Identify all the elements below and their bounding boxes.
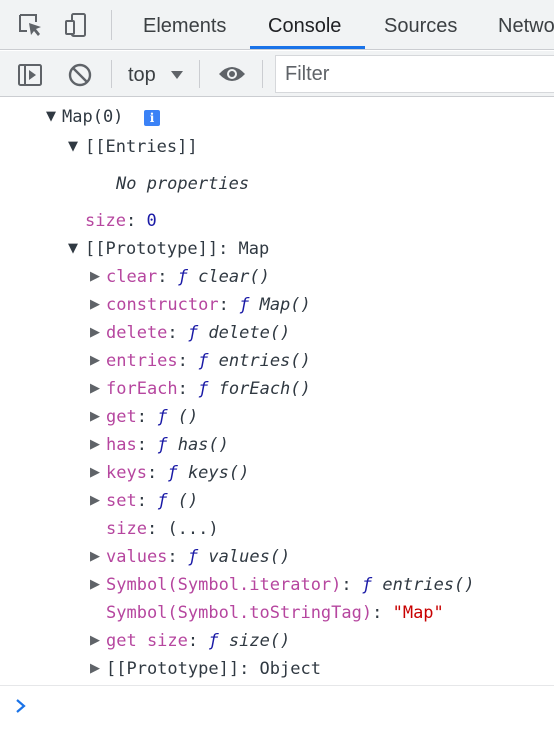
function-name: entries(): [382, 575, 475, 595]
property-key: get: [106, 407, 137, 427]
tab-network[interactable]: Network: [498, 0, 554, 49]
expand-triangle-icon[interactable]: ▶: [88, 403, 102, 431]
function-name: size(): [228, 631, 291, 651]
property-key: clear: [106, 267, 158, 287]
device-toolbar-icon[interactable]: [64, 12, 90, 38]
clear-console-icon[interactable]: [67, 62, 93, 88]
filter-box: [275, 55, 554, 93]
expand-triangle-icon[interactable]: ▼: [66, 133, 80, 161]
active-tab-indicator: [250, 46, 365, 49]
expand-triangle-icon[interactable]: ▶: [88, 375, 102, 403]
function-name: delete(): [208, 323, 291, 343]
info-icon[interactable]: i: [144, 110, 160, 126]
entries-label: [[Entries]]: [85, 137, 198, 157]
tree-row-tostringtag: Symbol(Symbol.toStringTag): "Map": [106, 603, 444, 623]
expand-triangle-icon[interactable]: ▶: [88, 431, 102, 459]
expand-triangle-icon[interactable]: ▶: [88, 459, 102, 487]
function-name: Map(): [259, 295, 311, 315]
expand-triangle-icon[interactable]: ▼: [66, 235, 80, 263]
function-name: (): [177, 491, 199, 511]
expand-triangle-icon[interactable]: ▶: [88, 347, 102, 375]
function-name: keys(): [187, 463, 250, 483]
function-name: forEach(): [218, 379, 311, 399]
console-toolbar: top: [0, 51, 554, 97]
console-prompt[interactable]: [0, 685, 554, 733]
function-name: entries(): [218, 351, 311, 371]
expand-triangle-icon[interactable]: ▶: [88, 655, 102, 683]
eye-icon[interactable]: [217, 63, 247, 85]
prototype-label: [[Prototype]]: [85, 239, 219, 259]
tree-row-empty: No properties: [116, 170, 249, 198]
property-key: delete: [106, 323, 168, 343]
expand-triangle-icon[interactable]: ▶: [88, 319, 102, 347]
expand-triangle-icon[interactable]: ▶: [88, 263, 102, 291]
property-key: Symbol(Symbol.toStringTag): [106, 603, 373, 623]
prompt-chevron-icon: [14, 697, 28, 720]
function-name: (): [177, 407, 199, 427]
expand-triangle-icon[interactable]: ▶: [88, 291, 102, 319]
string-value: "Map": [392, 603, 444, 623]
function-name: clear(): [198, 267, 270, 287]
property-key: set: [106, 491, 137, 511]
tree-row-getter[interactable]: size: (...): [106, 515, 219, 543]
function-name: has(): [177, 435, 229, 455]
prototype-value: Map: [238, 239, 270, 259]
property-key: entries: [106, 351, 178, 371]
caret-down-icon: [170, 68, 184, 86]
no-properties-note: No properties: [116, 174, 250, 194]
tree-row-size: size: 0: [85, 211, 157, 231]
object-preview: Map(0): [62, 107, 124, 127]
property-key: get size: [106, 631, 188, 651]
property-key: forEach: [106, 379, 178, 399]
prototype-value: Object: [259, 659, 321, 679]
devtools-tabbar: Elements Console Sources Network: [0, 0, 554, 50]
toolbar-separator: [111, 10, 112, 40]
expand-triangle-icon[interactable]: ▼: [44, 103, 58, 131]
sidebar-toggle-icon[interactable]: [17, 62, 43, 88]
property-key: size: [85, 211, 126, 231]
function-name: values(): [208, 547, 291, 567]
lazy-getter-value[interactable]: (...): [167, 519, 218, 539]
console-output: ▼ Map(0) i ▼ [[Entries]] No properties s…: [0, 97, 554, 685]
expand-triangle-icon[interactable]: ▶: [88, 543, 102, 571]
filter-input[interactable]: [276, 56, 554, 92]
tab-sources[interactable]: Sources: [384, 0, 457, 49]
property-key: values: [106, 547, 168, 567]
expand-triangle-icon[interactable]: ▶: [88, 627, 102, 655]
inspect-element-icon[interactable]: [17, 12, 43, 38]
context-selector[interactable]: top: [118, 57, 194, 91]
property-key: Symbol(Symbol.iterator): [106, 575, 342, 595]
property-key: has: [106, 435, 137, 455]
toolbar-separator: [199, 60, 200, 88]
property-key: constructor: [106, 295, 219, 315]
property-key: size: [106, 519, 147, 539]
property-key: keys: [106, 463, 147, 483]
expand-triangle-icon[interactable]: ▶: [88, 571, 102, 599]
toolbar-separator: [262, 60, 263, 88]
tab-elements[interactable]: Elements: [143, 0, 226, 49]
property-value: 0: [146, 211, 157, 231]
tab-console[interactable]: Console: [268, 0, 341, 49]
prototype-label: [[Prototype]]: [106, 659, 240, 679]
context-label: top: [128, 64, 156, 86]
expand-triangle-icon[interactable]: ▶: [88, 487, 102, 515]
toolbar-separator: [111, 60, 112, 88]
